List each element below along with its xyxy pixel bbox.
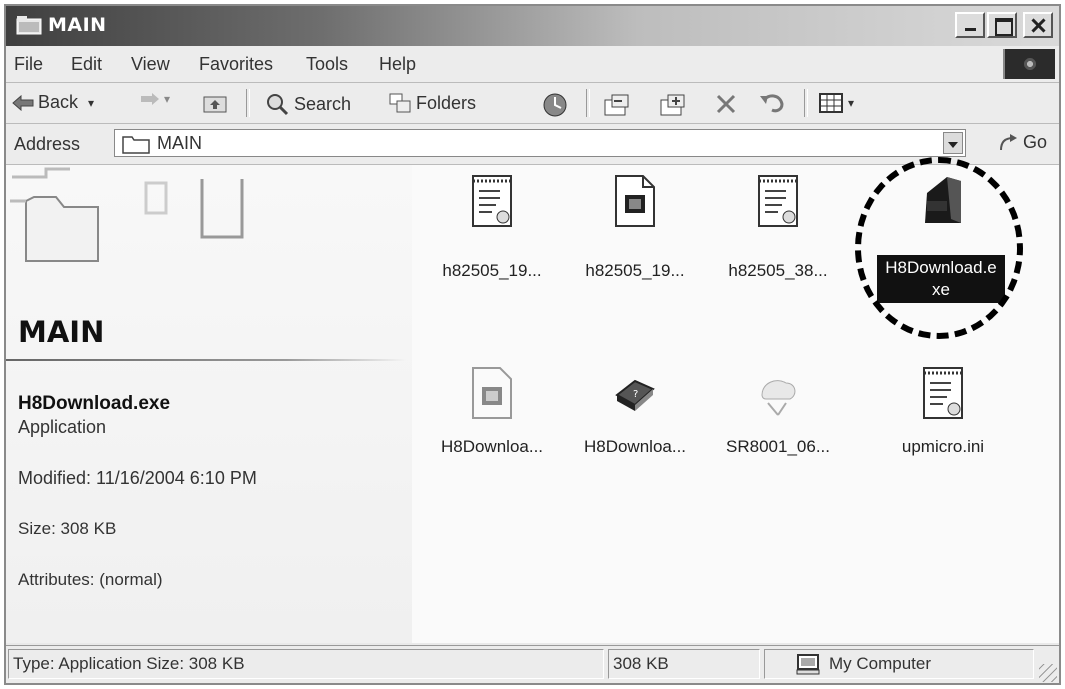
undo-icon (760, 94, 784, 113)
go-arrow-icon (999, 133, 1017, 150)
search-button[interactable]: Search (264, 92, 351, 116)
folder-icon (16, 16, 42, 35)
file-list-area[interactable]: h82505_19... h82505_19... h82505_38... H… (412, 157, 1059, 643)
window-title: MAIN (48, 14, 107, 36)
forward-button[interactable]: ▾ (140, 92, 170, 106)
status-info: Type: Application Size: 308 KB (8, 649, 604, 679)
address-input[interactable]: MAIN (114, 129, 966, 157)
selected-file-modified: Modified: 11/16/2004 6:10 PM (18, 468, 257, 488)
back-label: Back (38, 92, 79, 112)
my-computer-icon (796, 654, 820, 675)
status-bar: Type: Application Size: 308 KB 308 KB My… (6, 645, 1059, 683)
delete-button[interactable] (714, 92, 738, 116)
folder-title: MAIN (18, 315, 105, 349)
back-button[interactable]: Back ▾ (12, 92, 94, 113)
menu-file[interactable]: File (14, 54, 43, 75)
file-label: h82505_38... (728, 261, 828, 280)
go-label: Go (1022, 132, 1047, 152)
status-zone-text: My Computer (829, 654, 932, 673)
explorer-window: MAIN File Edit View Favorites Tools Help… (4, 4, 1061, 685)
address-label: Address (14, 134, 81, 154)
details-panel: MAIN H8Download.exe Application Modified… (6, 165, 412, 643)
maximize-button[interactable] (987, 12, 1017, 38)
minimize-button[interactable] (955, 12, 985, 38)
text-document-icon (472, 175, 512, 227)
file-label: upmicro.ini (901, 437, 985, 456)
address-value: MAIN (157, 133, 202, 153)
delete-icon (716, 94, 736, 114)
address-bar: Address MAIN Go (6, 124, 1059, 165)
selected-file-name: H8Download.exe (18, 393, 171, 414)
selected-file-attributes: Attributes: (normal) (18, 570, 163, 589)
history-button[interactable] (540, 92, 570, 118)
forward-arrow-icon (141, 93, 159, 105)
menu-favorites[interactable]: Favorites (199, 54, 273, 75)
copy-to-button[interactable] (658, 92, 688, 118)
folders-label: Folders (416, 92, 477, 113)
views-icon (819, 93, 843, 113)
help-book-icon: ? (615, 379, 655, 411)
views-dropdown-icon[interactable]: ▾ (848, 96, 854, 110)
address-dropdown-button[interactable] (943, 132, 963, 154)
ini-settings-icon (923, 367, 963, 419)
resize-grip[interactable] (1039, 664, 1057, 682)
binary-file-icon (472, 367, 512, 419)
menu-tools[interactable]: Tools (306, 54, 348, 75)
svg-text:?: ? (633, 389, 638, 400)
menu-help[interactable]: Help (379, 54, 416, 75)
selected-file-size: Size: 308 KB (18, 519, 117, 538)
forward-dropdown-icon[interactable]: ▾ (164, 92, 170, 106)
file-item[interactable]: SR8001_06... (710, 365, 846, 475)
window-controls (955, 12, 1053, 38)
folders-button[interactable]: Folders (388, 92, 476, 114)
selected-file-type: Application (18, 417, 107, 437)
menu-edit[interactable]: Edit (71, 54, 102, 75)
status-zone: My Computer (764, 649, 1034, 679)
file-label: h82505_19... (585, 261, 685, 280)
copy-to-icon (660, 94, 685, 116)
folder-icon (122, 136, 150, 154)
status-size: 308 KB (608, 649, 760, 679)
file-label: H8Downloa... (440, 437, 544, 456)
file-item[interactable]: upmicro.ini (875, 365, 1011, 475)
folders-icon (389, 93, 411, 113)
undo-button[interactable] (758, 92, 786, 114)
large-folder-icon (10, 167, 244, 262)
search-label: Search (294, 93, 352, 114)
folder-up-icon (203, 96, 227, 113)
move-to-button[interactable] (602, 92, 632, 118)
divider (6, 359, 406, 361)
close-button[interactable] (1023, 12, 1053, 38)
file-label: H8Downloa... (583, 437, 687, 456)
toolbar-separator (586, 89, 590, 117)
text-document-icon (758, 175, 798, 227)
file-label: SR8001_06... (726, 437, 830, 456)
move-to-icon (604, 94, 629, 116)
network-file-icon (761, 380, 796, 416)
toolbar-separator (804, 89, 808, 117)
toolbar-separator (246, 89, 250, 117)
file-item[interactable]: ? H8Downloa... (567, 365, 703, 475)
back-dropdown-icon[interactable]: ▾ (88, 96, 94, 110)
file-item[interactable]: h82505_19... (424, 173, 560, 293)
menu-view[interactable]: View (131, 54, 170, 75)
binary-file-icon (615, 175, 655, 227)
back-arrow-icon (12, 94, 34, 111)
windows-logo-throbber (1003, 49, 1055, 79)
toolbar: Back ▾ ▾ Search Folders ▾ (6, 83, 1059, 124)
views-button[interactable]: ▾ (818, 92, 854, 114)
title-bar[interactable]: MAIN (6, 6, 1059, 47)
file-item[interactable]: h82505_38... (710, 173, 846, 293)
file-item[interactable]: H8Downloa... (424, 365, 560, 475)
menu-bar: File Edit View Favorites Tools Help (6, 46, 1059, 83)
file-item[interactable]: h82505_19... (567, 173, 703, 293)
file-label: h82505_19... (442, 261, 542, 280)
search-icon (267, 94, 289, 116)
up-button[interactable] (202, 92, 228, 114)
status-info-text: Type: Application Size: 308 KB (13, 654, 245, 673)
history-icon (543, 93, 567, 117)
highlight-circle (855, 157, 1023, 339)
status-size-text: 308 KB (613, 654, 669, 673)
go-button[interactable]: Go (998, 132, 1047, 153)
